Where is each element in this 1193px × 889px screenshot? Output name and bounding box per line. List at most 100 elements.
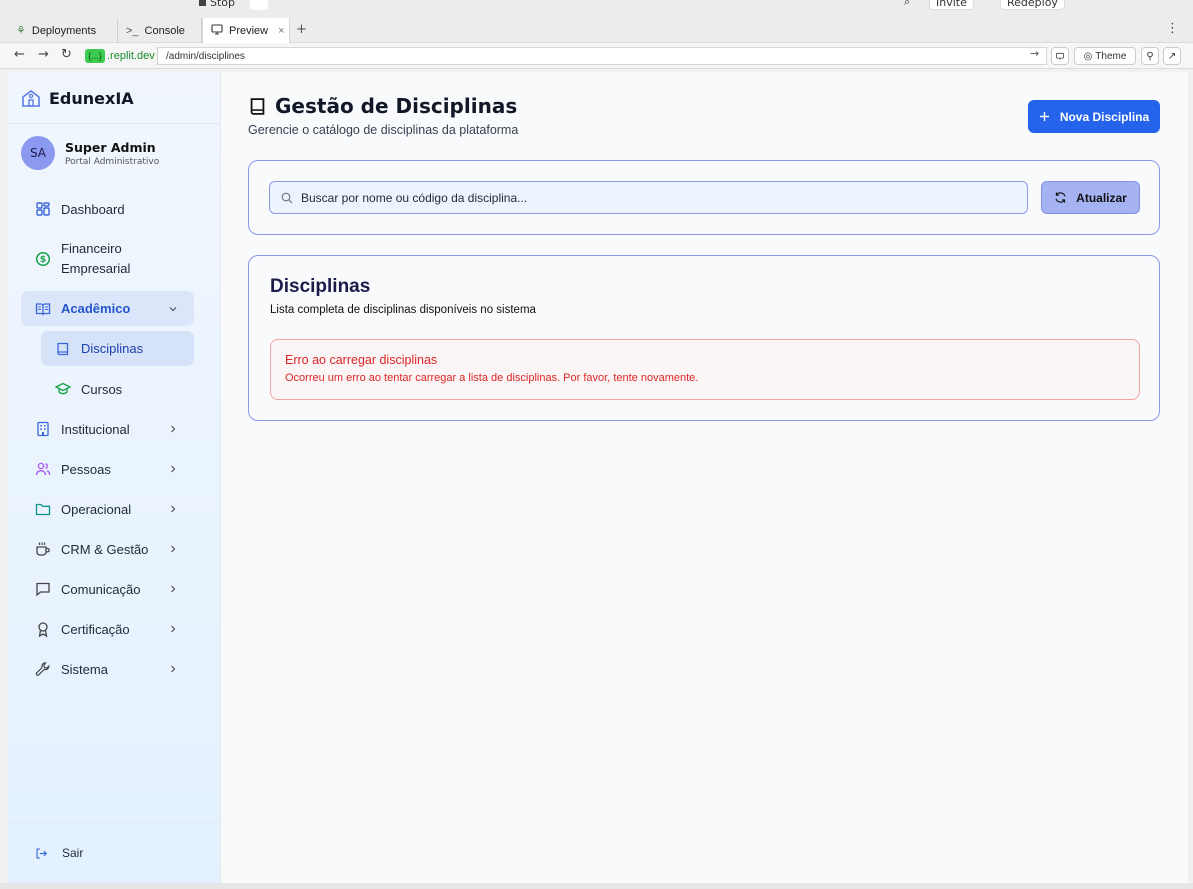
sidebar-item-disciplinas[interactable]: Disciplinas bbox=[41, 331, 194, 366]
wrench-button[interactable]: ⚲ bbox=[1141, 47, 1159, 65]
chevron-down-icon bbox=[169, 306, 177, 311]
sidebar-item-label: Institucional bbox=[61, 421, 130, 437]
tab-deployments[interactable]: ⚘ Deployments bbox=[8, 18, 118, 43]
terminal-icon: >_ bbox=[126, 24, 139, 37]
page-title-text: Gestão de Disciplinas bbox=[275, 94, 518, 118]
sidebar-item-label: Financeiro bbox=[61, 241, 122, 256]
external-link-icon: ↗ bbox=[1167, 50, 1177, 62]
stop-label: Stop bbox=[210, 0, 236, 9]
sidebar-item-label: Comunicação bbox=[61, 581, 141, 597]
forward-icon[interactable]: → bbox=[38, 47, 49, 62]
folder-icon bbox=[35, 503, 51, 516]
url-input[interactable]: /admin/disciplines bbox=[157, 47, 1047, 65]
domain-text: .replit.dev bbox=[107, 50, 155, 62]
user-profile[interactable]: SA Super Admin Portal Administrativo bbox=[21, 136, 159, 170]
sidebar-item-financeiro[interactable]: $ Financeiro Empresarial bbox=[21, 238, 194, 280]
plus-icon bbox=[1039, 112, 1049, 121]
search-icon[interactable]: ⌕ bbox=[904, 0, 910, 10]
card-subtitle: Lista completa de disciplinas disponívei… bbox=[270, 304, 536, 316]
sidebar: EdunexIA SA Super Admin Portal Administr… bbox=[8, 72, 221, 883]
reload-icon[interactable]: ↻ bbox=[61, 47, 72, 62]
sidebar-item-institucional[interactable]: Institucional bbox=[21, 418, 194, 440]
main-content: Gestão de Disciplinas Gerencie o catálog… bbox=[248, 72, 1160, 883]
domain-label: {...} .replit.dev bbox=[85, 48, 155, 64]
sidebar-item-label: Pessoas bbox=[61, 461, 111, 477]
new-disciplina-button[interactable]: Nova Disciplina bbox=[1028, 100, 1160, 133]
sidebar-item-label: Dashboard bbox=[61, 201, 125, 217]
wrench-icon bbox=[35, 662, 50, 676]
sidebar-item-sistema[interactable]: Sistema bbox=[21, 658, 194, 680]
chevron-right-icon bbox=[171, 425, 176, 433]
coffee-icon bbox=[36, 542, 50, 556]
theme-label: Theme bbox=[1095, 50, 1127, 62]
avatar: SA bbox=[21, 136, 55, 170]
chevron-right-icon bbox=[171, 585, 176, 593]
user-role: Portal Administrativo bbox=[65, 156, 160, 167]
book-icon bbox=[57, 342, 69, 355]
sidebar-item-certificacao[interactable]: Certificação bbox=[21, 618, 194, 640]
sidebar-item-label: Certificação bbox=[61, 621, 130, 637]
sidebar-item-label: Disciplinas bbox=[81, 341, 144, 356]
monitor-icon bbox=[1056, 52, 1064, 60]
sidebar-item-label: Acadêmico bbox=[61, 301, 131, 316]
new-tab-icon[interactable]: + bbox=[296, 22, 307, 37]
sidebar-item-comunicacao[interactable]: Comunicação bbox=[21, 578, 194, 600]
open-external-button[interactable]: ↗ bbox=[1163, 47, 1181, 65]
refresh-icon bbox=[1055, 192, 1066, 203]
wrench-icon: ⚲ bbox=[1146, 50, 1154, 62]
browser-window: Stop ⌕ Invite Redeploy ⚘ Deployments >_ … bbox=[0, 0, 1193, 889]
back-icon[interactable]: ← bbox=[14, 47, 25, 62]
redeploy-label: Redeploy bbox=[1007, 0, 1058, 9]
devtools-button[interactable] bbox=[1051, 47, 1069, 65]
sidebar-item-pessoas[interactable]: Pessoas bbox=[21, 458, 194, 480]
award-icon bbox=[38, 622, 48, 637]
app-viewport: EdunexIA SA Super Admin Portal Administr… bbox=[8, 72, 1188, 883]
tab-preview[interactable]: Preview × bbox=[202, 18, 290, 43]
url-path: /admin/disciplines bbox=[166, 50, 245, 62]
sidebar-item-label-line2: Empresarial bbox=[61, 261, 131, 276]
tab-bar: ⚘ Deployments >_ Console Preview × + ⋮ bbox=[0, 18, 1193, 43]
invite-button[interactable]: Invite bbox=[929, 0, 974, 10]
book-icon bbox=[250, 97, 265, 115]
theme-button[interactable]: ◎ Theme bbox=[1074, 47, 1136, 65]
sidebar-item-label-wrap: Financeiro Empresarial bbox=[61, 239, 130, 279]
search-input[interactable] bbox=[301, 190, 1001, 205]
sidebar-item-dashboard[interactable]: Dashboard bbox=[21, 198, 194, 220]
sidebar-item-label: Operacional bbox=[61, 501, 132, 517]
building-icon bbox=[37, 421, 49, 437]
school-icon bbox=[22, 90, 40, 107]
refresh-button[interactable]: Atualizar bbox=[1041, 181, 1140, 214]
sidebar-item-label: Sistema bbox=[61, 661, 108, 677]
tab-console[interactable]: >_ Console bbox=[118, 18, 202, 43]
error-title: Erro ao carregar disciplinas bbox=[285, 353, 438, 367]
replit-chip: {...} bbox=[85, 49, 105, 63]
search-field[interactable] bbox=[269, 181, 1028, 214]
palette-icon: ◎ bbox=[1083, 50, 1093, 62]
logout-button[interactable]: Sair bbox=[35, 846, 83, 860]
tab-label: Console bbox=[144, 24, 185, 37]
search-icon bbox=[281, 192, 293, 203]
stop-button[interactable]: Stop bbox=[193, 0, 241, 10]
sidebar-item-crm[interactable]: CRM & Gestão bbox=[21, 538, 194, 560]
logout-label: Sair bbox=[62, 846, 84, 860]
card-title: Disciplinas bbox=[270, 276, 371, 297]
page-title: Gestão de Disciplinas bbox=[248, 94, 517, 118]
chevron-right-icon bbox=[171, 505, 176, 513]
dollar-circle-icon: $ bbox=[35, 251, 51, 267]
bottom-edge bbox=[0, 883, 1193, 889]
close-icon[interactable]: × bbox=[278, 25, 284, 37]
sidebar-item-operacional[interactable]: Operacional bbox=[21, 498, 194, 520]
error-message: Ocorreu um erro ao tentar carregar a lis… bbox=[285, 372, 699, 384]
dashboard-icon bbox=[36, 202, 50, 216]
search-card: Atualizar bbox=[248, 160, 1160, 235]
chevron-right-icon bbox=[171, 625, 176, 633]
sidebar-item-cursos[interactable]: Cursos bbox=[41, 378, 194, 400]
chevron-right-icon bbox=[171, 665, 176, 673]
brand[interactable]: EdunexIA bbox=[21, 88, 134, 108]
go-icon[interactable]: → bbox=[1030, 47, 1039, 60]
redeploy-button[interactable]: Redeploy bbox=[1000, 0, 1065, 10]
book-open-icon bbox=[35, 302, 51, 315]
sidebar-item-academico[interactable]: Acadêmico bbox=[21, 291, 194, 326]
more-icon[interactable]: ⋮ bbox=[1166, 21, 1179, 36]
graduation-cap-icon bbox=[55, 382, 71, 395]
